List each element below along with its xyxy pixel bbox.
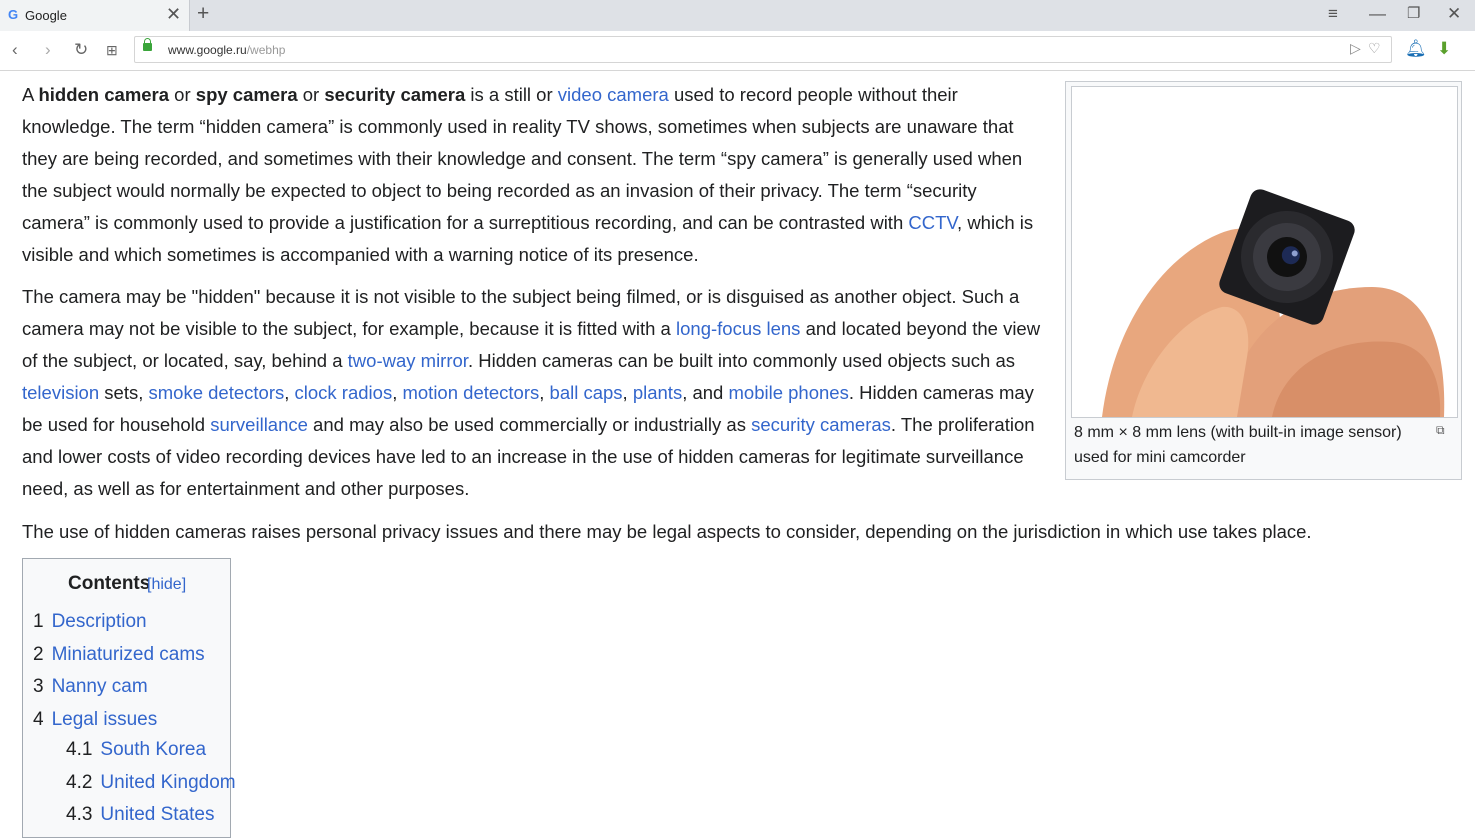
toc-subitem[interactable]: 4.1 South Korea [66,739,206,761]
tab-title: Google [25,8,67,23]
link-clock-radios[interactable]: clock radios [295,382,393,403]
table-of-contents: Contents [hide] 1 Description 2 Miniaturiz… [22,558,236,838]
tabs-menu-icon[interactable]: ≡ [1328,4,1338,24]
url-text: www.google.ru/webhp [168,43,286,57]
link-cctv[interactable]: CCTV [908,212,957,233]
link-ball-caps[interactable]: ball caps [550,382,623,403]
toc-subitem[interactable]: 4.3 United States [66,804,215,826]
apps-grid-icon[interactable]: ⊞ [106,40,118,60]
google-favicon-icon: G [8,7,19,22]
toc-subitem[interactable]: 4.2 United Kingdom [66,772,236,794]
reload-icon[interactable]: ↻ [74,40,88,60]
enlarge-icon[interactable]: ⧉ [1436,423,1445,438]
link-motion-detectors[interactable]: motion detectors [402,382,539,403]
image-caption: 8 mm × 8 mm lens (with built-in image se… [1074,424,1402,466]
forward-icon[interactable]: › [45,40,51,60]
link-smoke-detectors[interactable]: smoke detectors [149,382,285,403]
toc-item[interactable]: 3 Nanny cam [33,676,148,698]
lock-icon [143,38,152,51]
link-two-way-mirror[interactable]: two-way mirror [348,350,468,371]
close-window-icon[interactable]: ✕ [1447,4,1461,24]
link-plants[interactable]: plants [633,382,682,403]
close-tab-icon[interactable]: ✕ [166,4,181,24]
paragraph-intro: A hidden camera or spy camera or securit… [22,84,1034,265]
toc-hide-link[interactable]: [hide] [147,576,186,594]
back-icon[interactable]: ‹ [12,40,18,60]
link-video-camera[interactable]: video camera [558,84,669,105]
link-long-focus-lens[interactable]: long-focus lens [676,318,800,339]
paragraph-privacy: The use of hidden cameras raises persona… [22,521,1312,542]
toc-item[interactable]: 4 Legal issues [33,709,157,731]
infobox: 8 mm × 8 mm lens (with built-in image se… [1065,81,1462,480]
toc-title: Contents [68,573,151,594]
alert-bell-icon[interactable]: 🔔︎ [1405,39,1427,59]
download-icon[interactable]: ⬇ [1437,39,1451,59]
send-icon[interactable]: ▷ [1350,40,1361,57]
tab-strip: G Google ✕ + ≡ — ❐ ✕ [0,0,1475,31]
tab-google[interactable]: G Google ✕ [0,0,190,31]
paragraph-hidden: The camera may be "hidden" because it is… [22,286,1041,499]
link-mobile-phones[interactable]: mobile phones [729,382,849,403]
restore-icon[interactable]: ❐ [1407,4,1420,24]
link-surveillance[interactable]: surveillance [210,414,308,435]
link-security-cameras[interactable]: security cameras [751,414,891,435]
new-tab-icon[interactable]: + [197,3,209,25]
link-television[interactable]: television [22,382,99,403]
address-bar[interactable]: www.google.ru/webhp ▷ ♡ [134,36,1392,63]
minimize-icon[interactable]: — [1369,4,1386,24]
toc-item[interactable]: 1 Description [33,611,147,633]
browser-toolbar: ‹ › ↻ ⊞ www.google.ru/webhp ▷ ♡ 🔔︎ ⬇ [0,31,1475,71]
hidden-camera-image[interactable] [1071,86,1458,418]
bookmark-heart-icon[interactable]: ♡ [1368,40,1381,57]
toc-item[interactable]: 2 Miniaturized cams [33,644,205,666]
